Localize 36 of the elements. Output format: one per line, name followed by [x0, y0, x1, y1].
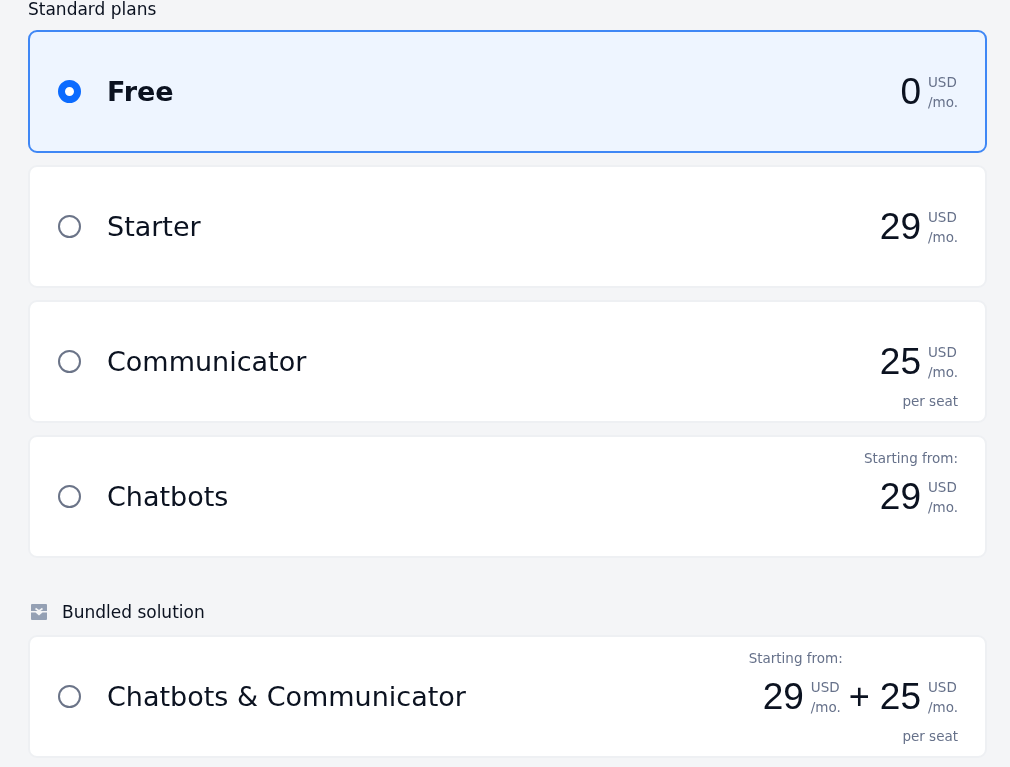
price-amount: 29 — [879, 208, 921, 245]
radio-button[interactable] — [58, 685, 81, 708]
price-note: per seat — [902, 726, 958, 746]
price-period: /mo. — [928, 497, 958, 517]
price-prefix-label: Starting from: — [863, 448, 958, 468]
price-currency: USD — [928, 342, 958, 362]
price-currency: USD — [928, 477, 958, 497]
price-amount: 29 — [762, 678, 804, 715]
plan-name: Free — [107, 74, 174, 109]
radio-button[interactable] — [58, 350, 81, 373]
radio-button[interactable] — [58, 215, 81, 238]
price-currency: USD — [928, 72, 958, 92]
section-heading: Bundled solution — [62, 601, 205, 624]
price-amount: 0 — [900, 73, 921, 110]
radio-button[interactable] — [58, 485, 81, 508]
price-currency: USD — [810, 677, 841, 697]
plan-name: Communicator — [107, 344, 307, 379]
plan-name: Chatbots — [107, 479, 229, 514]
price-currency: USD — [928, 207, 958, 227]
radio-button[interactable] — [58, 80, 81, 103]
price-period: /mo. — [928, 697, 958, 717]
tray-icon — [30, 603, 48, 621]
plan-name: Starter — [107, 209, 201, 244]
price-prefix-label: Starting from: — [748, 648, 843, 668]
price-note: per seat — [902, 391, 958, 411]
section-heading: Standard plans — [28, 0, 157, 18]
plus-sign: + — [848, 678, 870, 715]
price-period: /mo. — [928, 227, 958, 247]
price-currency: USD — [928, 677, 958, 697]
price-amount: 25 — [879, 343, 921, 380]
price-amount: 29 — [879, 478, 921, 515]
plan-name: Chatbots & Communicator — [107, 679, 466, 714]
price-period: /mo. — [928, 92, 958, 112]
price-period: /mo. — [928, 362, 958, 382]
price-amount: 25 — [879, 678, 921, 715]
price-period: /mo. — [810, 697, 841, 717]
